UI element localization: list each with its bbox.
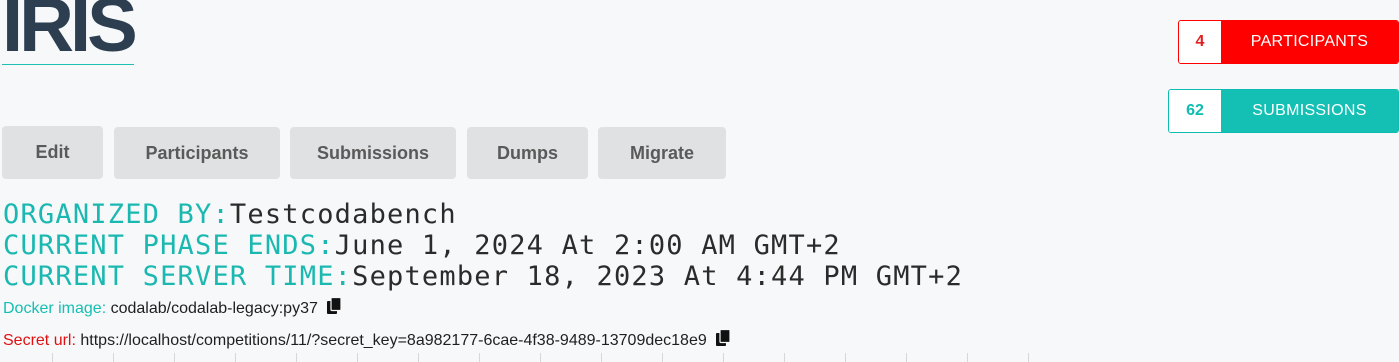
participants-stat[interactable]: 4 PARTICIPANTS — [1178, 20, 1399, 64]
submissions-button[interactable]: Submissions — [290, 127, 456, 179]
docker-image-value: codalab/codalab-legacy:py37 — [110, 299, 318, 317]
secret-url-label: Secret url: — [3, 331, 76, 349]
dumps-button[interactable]: Dumps — [467, 127, 588, 179]
server-time-value: September 18, 2023 At 4:44 PM GMT+2 — [352, 261, 964, 292]
organized-by-label: ORGANIZED BY: — [3, 199, 230, 230]
secret-url-value: https://localhost/competitions/11/?secre… — [80, 331, 707, 349]
organizer-name: Testcodabench — [229, 199, 457, 230]
docker-image-row: Docker image: codalab/codalab-legacy:py3… — [3, 296, 342, 320]
migrate-button[interactable]: Migrate — [598, 127, 726, 179]
secret-url-row: Secret url: https://localhost/competitio… — [3, 328, 731, 352]
participants-count: 4 — [1179, 21, 1221, 63]
copy-icon[interactable] — [326, 296, 342, 320]
phase-ends-label: CURRENT PHASE ENDS: — [3, 230, 335, 261]
edit-button[interactable]: Edit — [2, 126, 103, 179]
phase-ends-row: CURRENT PHASE ENDS:June 1, 2024 At 2:00 … — [3, 230, 841, 261]
divider-ticks — [0, 353, 1030, 362]
competition-title: IRIS — [2, 0, 138, 65]
submissions-label: SUBMISSIONS — [1221, 90, 1398, 132]
participants-button[interactable]: Participants — [114, 127, 280, 179]
server-time-label: CURRENT SERVER TIME: — [3, 261, 353, 292]
submissions-stat[interactable]: 62 SUBMISSIONS — [1168, 89, 1399, 133]
organized-by-row: ORGANIZED BY:Testcodabench — [3, 199, 457, 230]
phase-ends-value: June 1, 2024 At 2:00 AM GMT+2 — [334, 230, 841, 261]
server-time-row: CURRENT SERVER TIME:September 18, 2023 A… — [3, 261, 963, 292]
copy-icon[interactable] — [715, 328, 731, 352]
docker-image-label: Docker image: — [3, 299, 107, 317]
submissions-count: 62 — [1169, 90, 1221, 132]
participants-label: PARTICIPANTS — [1221, 21, 1398, 63]
